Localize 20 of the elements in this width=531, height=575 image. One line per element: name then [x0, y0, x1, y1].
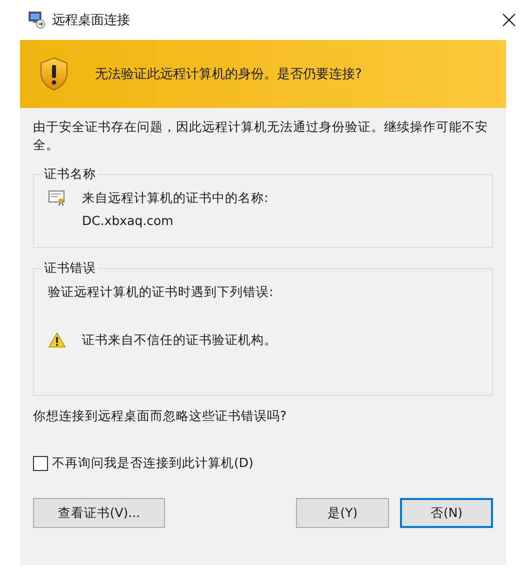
- group-text: DC.xbxaq.com: [82, 212, 174, 228]
- window-title: 远程桌面连接: [52, 12, 130, 29]
- checkbox[interactable]: [33, 456, 48, 471]
- dialog-button[interactable]: 是(Y): [296, 498, 389, 528]
- shield-warning-icon: [39, 57, 69, 91]
- app-icon: [28, 11, 46, 29]
- certificate-icon: [48, 190, 66, 206]
- warning-message: 无法验证此远程计算机的身份。是否仍要连接?: [95, 66, 362, 83]
- intro-text: 由于安全证书存在问题，因此远程计算机无法通过身份验证。继续操作可能不安全。: [33, 118, 489, 154]
- dialog-button[interactable]: 查看证书(V)...: [33, 498, 165, 528]
- group-title: 证书错误: [43, 260, 97, 277]
- certificate-label: 来自远程计算机的证书中的名称:: [82, 190, 268, 206]
- checkbox-label: 不再询问我是否连接到此计算机(D): [52, 455, 254, 472]
- error-text: 证书来自不信任的证书验证机构。: [82, 332, 277, 348]
- question-text: 你想连接到远程桌面而忽略这些证书错误吗?: [33, 408, 288, 425]
- close-icon: [502, 13, 516, 27]
- group-text: 验证远程计算机的证书时遇到下列错误:: [48, 284, 274, 300]
- warning-icon: [48, 332, 66, 348]
- group-title: 证书名称: [43, 166, 97, 183]
- dialog-button[interactable]: 否(N): [400, 498, 493, 528]
